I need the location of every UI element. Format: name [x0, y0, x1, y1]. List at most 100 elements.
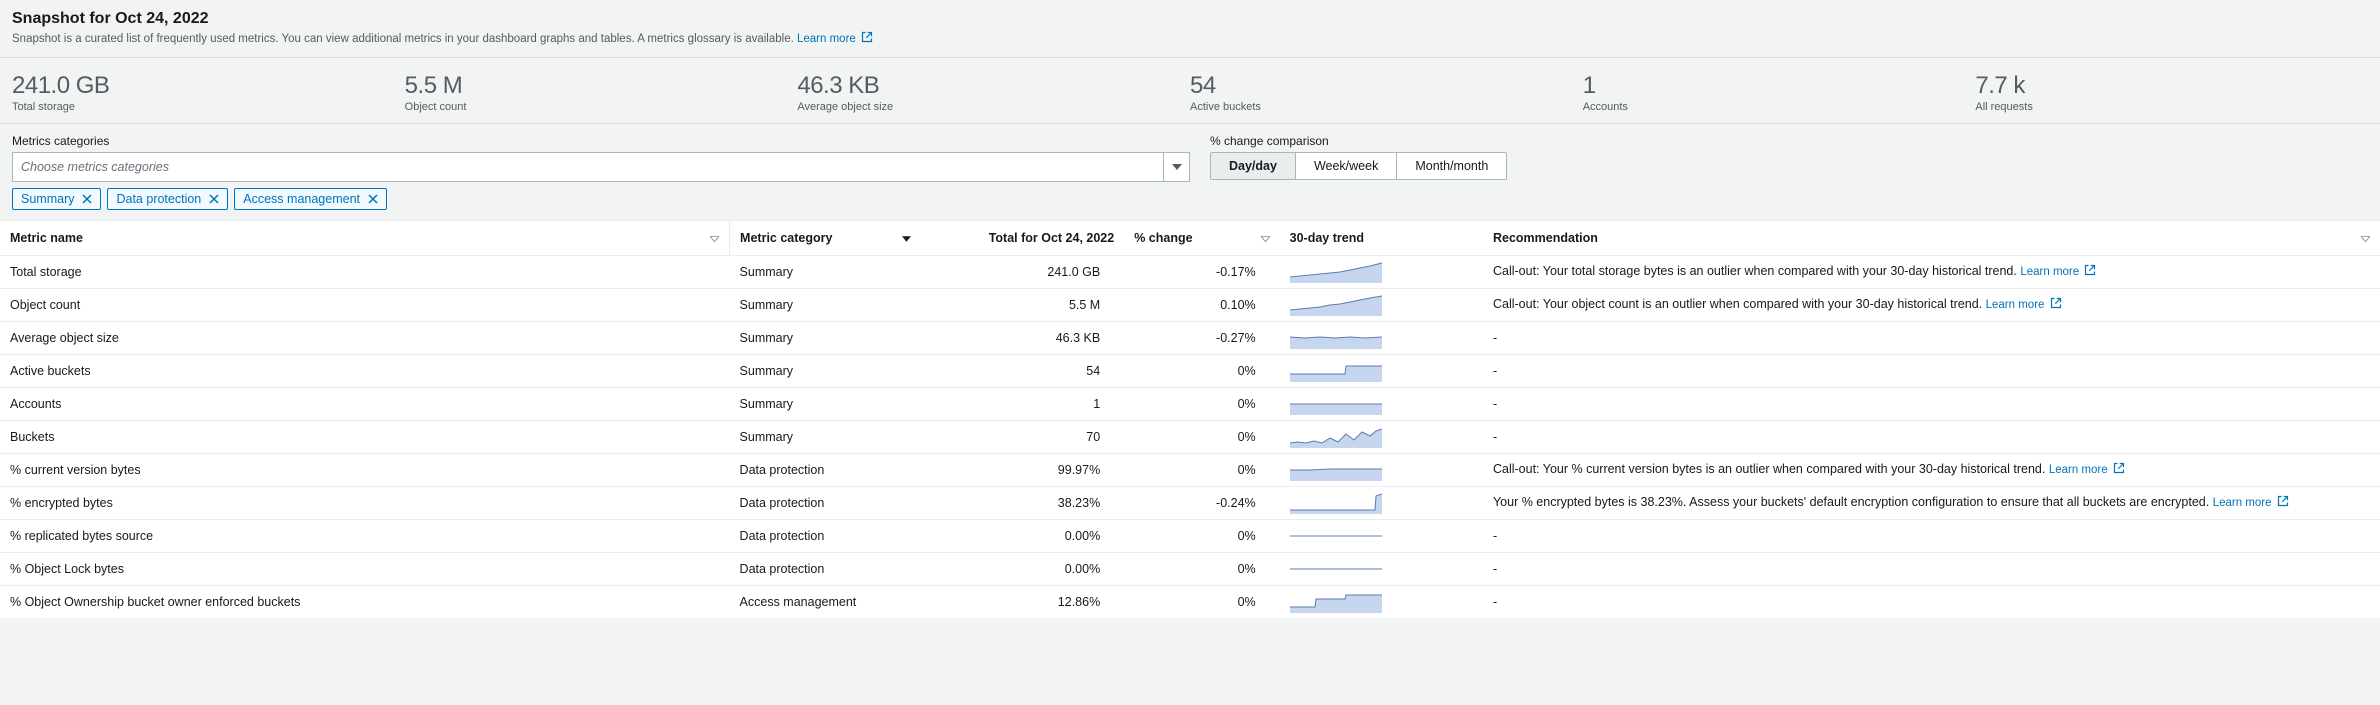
comparison-label: % change comparison [1210, 134, 2368, 148]
cell-metric-name: Accounts [0, 388, 730, 421]
col-header-trend: 30-day trend [1280, 221, 1483, 256]
recommendation-text: - [1493, 529, 1497, 543]
cell-change: 0.10% [1124, 289, 1279, 322]
cell-metric-category: Data protection [730, 520, 921, 553]
stat-card: 241.0 GBTotal storage [12, 72, 405, 113]
recommendation-text: Call-out: Your object count is an outlie… [1493, 297, 1982, 311]
cell-recommendation: - [1483, 421, 2380, 454]
cell-change: 0% [1124, 388, 1279, 421]
cell-metric-name: Total storage [0, 256, 730, 289]
cell-change: -0.24% [1124, 487, 1279, 520]
table-row: BucketsSummary700%- [0, 421, 2380, 454]
cell-trend [1280, 322, 1483, 355]
controls-row: Metrics categories Choose metrics catego… [0, 124, 2380, 188]
sparkline [1290, 294, 1382, 316]
sparkline [1290, 393, 1382, 415]
cell-change: -0.27% [1124, 322, 1279, 355]
cell-metric-category: Summary [730, 289, 921, 322]
sparkline [1290, 492, 1382, 514]
sparkline [1290, 360, 1382, 382]
stat-label: Total storage [12, 101, 405, 113]
sparkline [1290, 261, 1382, 283]
cell-change: 0% [1124, 355, 1279, 388]
cell-total: 5.5 M [921, 289, 1124, 322]
cell-trend [1280, 586, 1483, 619]
cell-metric-category: Summary [730, 421, 921, 454]
table-row: % Object Lock bytesData protection0.00%0… [0, 553, 2380, 586]
cell-total: 241.0 GB [921, 256, 1124, 289]
cell-trend [1280, 355, 1483, 388]
stat-card: 5.5 MObject count [405, 72, 798, 113]
comparison-segmented-control: Day/dayWeek/weekMonth/month [1210, 152, 1507, 180]
cell-change: -0.17% [1124, 256, 1279, 289]
cell-metric-name: % Object Ownership bucket owner enforced… [0, 586, 730, 619]
recommendation-text: Call-out: Your total storage bytes is an… [1493, 264, 2017, 278]
cell-metric-name: Object count [0, 289, 730, 322]
sparkline [1290, 459, 1382, 481]
filter-chip: Data protection [107, 188, 228, 210]
stat-label: Accounts [1583, 101, 1976, 113]
cell-metric-name: % replicated bytes source [0, 520, 730, 553]
sort-icon [710, 231, 719, 245]
table-row: Average object sizeSummary46.3 KB-0.27%- [0, 322, 2380, 355]
cell-recommendation: - [1483, 586, 2380, 619]
close-icon[interactable] [209, 194, 219, 204]
cell-total: 12.86% [921, 586, 1124, 619]
segment-month-month[interactable]: Month/month [1397, 153, 1506, 179]
cell-total: 0.00% [921, 520, 1124, 553]
external-link-icon [2113, 462, 2125, 479]
sparkline [1290, 591, 1382, 613]
col-header-total[interactable]: Total for Oct 24, 2022 [921, 221, 1124, 256]
sparkline [1290, 327, 1382, 349]
cell-trend [1280, 421, 1483, 454]
cell-trend [1280, 289, 1483, 322]
stat-label: Object count [405, 101, 798, 113]
cell-trend [1280, 520, 1483, 553]
learn-more-link[interactable]: Learn more [2049, 464, 2125, 476]
table-row: % replicated bytes sourceData protection… [0, 520, 2380, 553]
sort-icon [1261, 231, 1270, 245]
learn-more-link[interactable]: Learn more [797, 33, 873, 45]
cell-metric-category: Data protection [730, 454, 921, 487]
external-link-icon [2084, 264, 2096, 281]
chip-label: Access management [243, 192, 360, 206]
cell-change: 0% [1124, 421, 1279, 454]
close-icon[interactable] [368, 194, 378, 204]
learn-more-link[interactable]: Learn more [1986, 299, 2062, 311]
filter-chip: Access management [234, 188, 387, 210]
segment-day-day[interactable]: Day/day [1211, 153, 1296, 179]
cell-metric-category: Summary [730, 256, 921, 289]
stat-value: 7.7 k [1975, 72, 2368, 100]
cell-metric-name: % encrypted bytes [0, 487, 730, 520]
table-row: % Object Ownership bucket owner enforced… [0, 586, 2380, 619]
stat-value: 241.0 GB [12, 72, 405, 100]
col-header-change[interactable]: % change [1124, 221, 1279, 256]
table-row: Total storageSummary241.0 GB-0.17% Call-o… [0, 256, 2380, 289]
chip-label: Data protection [116, 192, 201, 206]
cell-metric-name: Average object size [0, 322, 730, 355]
caret-down-icon [1163, 153, 1189, 181]
stat-card: 1Accounts [1583, 72, 1976, 113]
col-header-metric-category[interactable]: Metric category [730, 221, 921, 256]
learn-more-link[interactable]: Learn more [2020, 266, 2096, 278]
recommendation-text: - [1493, 397, 1497, 411]
sparkline [1290, 525, 1382, 547]
recommendation-text: - [1493, 331, 1497, 345]
col-header-metric-name[interactable]: Metric name [0, 221, 730, 256]
cell-total: 54 [921, 355, 1124, 388]
page-title: Snapshot for Oct 24, 2022 [12, 10, 2368, 28]
cell-metric-name: Buckets [0, 421, 730, 454]
page-subtitle: Snapshot is a curated list of frequently… [12, 31, 2368, 49]
cell-recommendation: Call-out: Your total storage bytes is an… [1483, 256, 2380, 289]
learn-more-link[interactable]: Learn more [2213, 497, 2289, 509]
col-header-recommendation[interactable]: Recommendation [1483, 221, 2380, 256]
segment-week-week[interactable]: Week/week [1296, 153, 1397, 179]
cell-total: 1 [921, 388, 1124, 421]
metrics-categories-select[interactable]: Choose metrics categories [12, 152, 1190, 182]
cell-trend [1280, 388, 1483, 421]
stat-card: 46.3 KBAverage object size [797, 72, 1190, 113]
table-row: AccountsSummary10%- [0, 388, 2380, 421]
close-icon[interactable] [82, 194, 92, 204]
recommendation-text: - [1493, 595, 1497, 609]
cell-metric-name: Active buckets [0, 355, 730, 388]
